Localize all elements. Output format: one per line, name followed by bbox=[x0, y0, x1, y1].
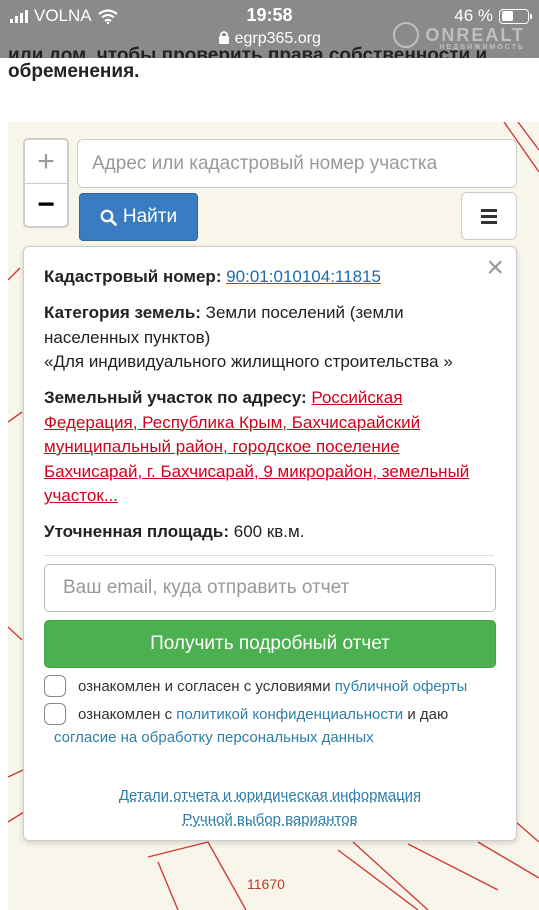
category-use: «Для индивидуального жилищного строитель… bbox=[44, 352, 453, 371]
heading-line: обременения. bbox=[8, 61, 140, 82]
area-label: Уточненная площадь: bbox=[44, 522, 229, 541]
find-button[interactable]: Найти bbox=[79, 193, 198, 241]
cadastral-number-link[interactable]: 90:01:010104:11815 bbox=[226, 267, 381, 286]
public-offer-link[interactable]: публичной оферты bbox=[335, 678, 468, 695]
privacy-consent-label: ознакомлен с bbox=[78, 706, 173, 723]
divider bbox=[44, 555, 494, 556]
cadastral-row: Кадастровый номер: 90:01:010104:11815 bbox=[44, 265, 494, 290]
area-row: Уточненная площадь: 600 кв.м. bbox=[44, 520, 494, 545]
parcel-info-popup: × Кадастровый номер: 90:01:010104:11815 … bbox=[23, 246, 517, 841]
data-processing-link[interactable]: согласие на обработку персональных данны… bbox=[44, 726, 500, 749]
heading-cut-line: или дом, чтобы проверить права собственн… bbox=[8, 45, 488, 58]
parcel-number-label: 11670 bbox=[247, 876, 285, 892]
email-field[interactable] bbox=[44, 564, 496, 612]
cadastral-label: Кадастровый номер: bbox=[44, 267, 222, 286]
privacy-policy-link[interactable]: политикой конфиденциальности bbox=[176, 706, 403, 723]
find-button-label: Найти bbox=[122, 206, 178, 227]
category-label: Категория земель: bbox=[44, 303, 201, 322]
zoom-out-button[interactable]: − bbox=[25, 183, 67, 226]
search-icon bbox=[100, 209, 117, 226]
offer-consent-row: ознакомлен и согласен с условиями публич… bbox=[44, 675, 500, 698]
category-row: Категория земель: Земли поселений (земли… bbox=[44, 301, 494, 375]
manual-selection-link[interactable]: Ручной выбор вариантов bbox=[24, 811, 516, 828]
address-row: Земельный участок по адресу: Российская … bbox=[44, 386, 494, 509]
area-value: 600 кв.м. bbox=[233, 522, 305, 541]
privacy-consent-row: ознакомлен с политикой конфиденциальност… bbox=[44, 703, 500, 749]
privacy-consent-mid: и даю bbox=[407, 706, 449, 723]
get-report-button[interactable]: Получить подробный отчет bbox=[44, 620, 496, 668]
address-label: Земельный участок по адресу: bbox=[44, 388, 307, 407]
hamburger-icon bbox=[481, 208, 497, 224]
offer-consent-checkbox[interactable] bbox=[44, 675, 66, 697]
privacy-consent-text: ознакомлен с политикой конфиденциальност… bbox=[44, 703, 500, 726]
page-heading: или дом, чтобы проверить права собственн… bbox=[8, 42, 487, 86]
menu-button[interactable] bbox=[461, 192, 517, 240]
zoom-in-button[interactable]: + bbox=[25, 140, 67, 183]
privacy-consent-checkbox[interactable] bbox=[44, 703, 66, 725]
offer-consent-text: ознакомлен и согласен с условиями публич… bbox=[44, 675, 500, 698]
zoom-control: + − bbox=[23, 138, 69, 228]
report-details-link[interactable]: Детали отчета и юридическая информация bbox=[24, 787, 516, 804]
offer-consent-label: ознакомлен и согласен с условиями bbox=[78, 678, 331, 695]
search-input[interactable] bbox=[77, 139, 517, 188]
